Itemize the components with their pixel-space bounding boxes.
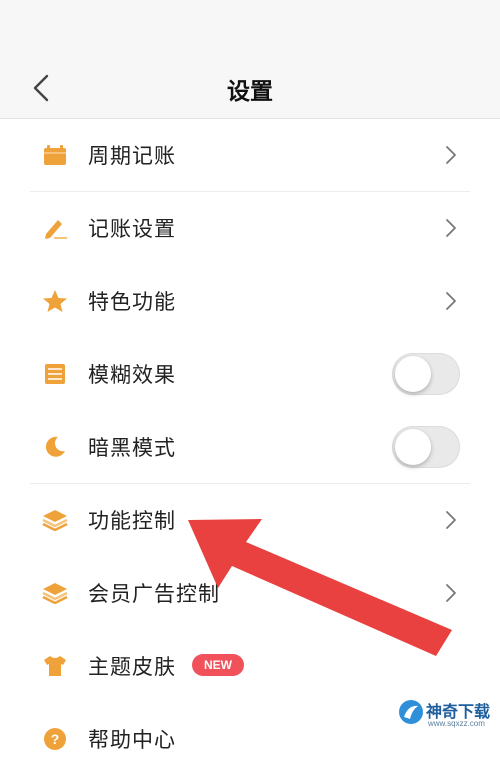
watermark-url: www.sqxzz.com — [428, 719, 485, 728]
settings-item-label: 特色功能 — [88, 290, 176, 314]
pencil-icon — [42, 215, 68, 241]
dark-mode-toggle[interactable] — [392, 426, 460, 468]
settings-item-label: 主题皮肤 — [88, 655, 176, 679]
chevron-right-icon — [446, 584, 456, 602]
layers-icon — [42, 507, 68, 533]
toggle-knob — [395, 356, 431, 392]
watermark: 神奇下载 www.sqxzz.com — [398, 697, 498, 737]
settings-item-dark-mode: 暗黑模式 — [0, 410, 500, 483]
chevron-right-icon — [446, 219, 456, 237]
settings-item-theme-skin[interactable]: 主题皮肤 NEW — [0, 629, 500, 702]
settings-item-blur-effect: 模糊效果 — [0, 337, 500, 410]
chevron-right-icon — [446, 146, 456, 164]
new-badge: NEW — [192, 654, 244, 676]
calendar-icon — [42, 142, 68, 168]
settings-item-label: 会员广告控制 — [88, 582, 220, 606]
settings-item-label: 周期记账 — [88, 144, 176, 168]
settings-item-label: 模糊效果 — [88, 363, 176, 387]
page-title: 设置 — [227, 79, 273, 105]
chevron-right-icon — [446, 511, 456, 529]
blur-icon — [42, 361, 68, 387]
settings-item-bookkeeping-settings[interactable]: 记账设置 — [0, 191, 500, 264]
settings-item-label: 暗黑模式 — [88, 436, 176, 460]
chevron-right-icon — [446, 292, 456, 310]
tshirt-icon — [42, 653, 68, 679]
settings-item-label: 记账设置 — [88, 217, 176, 241]
settings-item-featured-functions[interactable]: 特色功能 — [0, 264, 500, 337]
toggle-knob — [395, 429, 431, 465]
svg-text:?: ? — [51, 731, 60, 747]
settings-item-label: 功能控制 — [88, 509, 176, 533]
settings-item-label: 帮助中心 — [88, 728, 176, 752]
divider — [30, 483, 470, 484]
nav-bar: 设置 — [0, 0, 500, 119]
blur-effect-toggle[interactable] — [392, 353, 460, 395]
settings-item-member-ad-control[interactable]: 会员广告控制 — [0, 556, 500, 629]
settings-item-function-control[interactable]: 功能控制 — [0, 483, 500, 556]
moon-icon — [42, 434, 68, 460]
layers-icon — [42, 580, 68, 606]
watermark-logo-icon — [399, 700, 423, 724]
settings-list: 周期记账 记账设置 特色功能 模糊效果 暗黑模式 功能控制 会员广告控制 主题皮… — [0, 118, 500, 775]
settings-item-periodic-bookkeeping[interactable]: 周期记账 — [0, 118, 500, 191]
help-icon: ? — [42, 726, 68, 752]
star-icon — [42, 288, 68, 314]
